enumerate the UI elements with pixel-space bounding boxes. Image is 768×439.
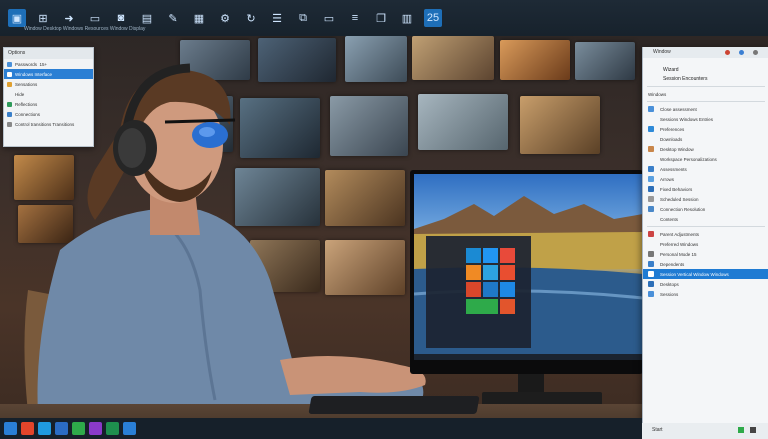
window-icon[interactable]: ▣ — [8, 9, 26, 27]
start-label[interactable]: Start — [652, 427, 663, 433]
close-dot-icon[interactable] — [725, 50, 730, 55]
panel-item[interactable]: Parent Adjustments — [643, 229, 768, 239]
panel-item[interactable]: Dependents — [643, 259, 768, 269]
panel-item[interactable]: Personal Mode 15 — [643, 249, 768, 259]
camera-icon[interactable]: ◙ — [112, 9, 130, 27]
panel-item[interactable]: Workspace Personalizations — [643, 154, 768, 164]
desktop-icon — [648, 146, 654, 152]
toolbar-path: Window Desktop Windows Resources Window … — [24, 26, 146, 32]
computer-monitor — [410, 170, 643, 374]
menu-item-control-transitions[interactable]: Control transitions Transitions — [4, 119, 93, 129]
panel-item[interactable]: Preferred Windows — [643, 239, 768, 249]
top-toolbar: ▣ ⊞ ➜ ▭ ◙ ▤ ✎ ▦ ⚙ ↻ ☰ ⧉ ▭ ≡ ❐ ▥ 25 Windo… — [0, 0, 768, 36]
app-icon[interactable] — [21, 422, 34, 435]
refresh-icon[interactable]: ↻ — [242, 9, 260, 27]
parent-icon — [648, 231, 654, 237]
copy-icon[interactable]: ❐ — [372, 9, 390, 27]
connection-icon — [648, 206, 654, 212]
menu-item-connections[interactable]: Connections — [4, 109, 93, 119]
taskbar — [0, 418, 642, 439]
preferences-icon — [648, 126, 654, 132]
panel-title: Wizard — [663, 67, 679, 73]
grid-icon[interactable]: ⊞ — [34, 9, 52, 27]
menu-item-sensations[interactable]: Sensations — [4, 79, 93, 89]
panel-item[interactable]: Desktops — [643, 279, 768, 289]
schedule-icon — [648, 196, 654, 202]
window-icon — [7, 71, 12, 77]
menu-item-hide[interactable]: Hide — [4, 89, 93, 99]
start-icon[interactable] — [4, 422, 17, 435]
close-icon[interactable] — [753, 50, 758, 55]
tile-icon[interactable]: ▥ — [398, 9, 416, 27]
monitor-icon[interactable]: ▭ — [320, 9, 338, 27]
media-icon[interactable] — [89, 422, 102, 435]
star-icon — [7, 81, 12, 87]
assessments-icon — [648, 166, 654, 172]
panel-item[interactable]: Connection Resolution — [643, 204, 768, 214]
personal-icon — [648, 251, 654, 257]
list-icon[interactable]: ≡ — [346, 9, 364, 27]
panel-item[interactable]: Close assessment — [643, 104, 768, 114]
panel-header: Window — [643, 47, 768, 58]
number-icon[interactable]: 25 — [424, 9, 442, 27]
menu-item-reflections[interactable]: Reflections — [4, 99, 93, 109]
check-icon — [648, 271, 654, 277]
panel-item[interactable]: Downloads — [643, 134, 768, 144]
panel-section-windows: Windows — [648, 91, 667, 97]
mirror-icon — [7, 101, 12, 107]
mail-icon[interactable] — [38, 422, 51, 435]
info-icon[interactable] — [739, 50, 744, 55]
panel-item[interactable]: Assessments — [643, 164, 768, 174]
excel-icon[interactable] — [106, 422, 119, 435]
browser-icon[interactable] — [72, 422, 85, 435]
panel-subtitle: Session Encounters — [663, 76, 708, 82]
files-icon[interactable] — [123, 422, 136, 435]
options-menu: Options Passwords 15+ Windows Interface … — [3, 47, 94, 147]
key-icon — [7, 61, 12, 67]
sessions-icon — [648, 291, 654, 297]
panel-item[interactable]: Scheduled Session — [643, 194, 768, 204]
word-icon[interactable] — [55, 422, 68, 435]
arrows-icon — [648, 176, 654, 182]
start-menu[interactable] — [426, 236, 531, 348]
transition-icon — [7, 121, 12, 127]
panel-item[interactable]: Arrows — [643, 174, 768, 184]
assessment-icon — [648, 106, 654, 112]
settings-icon[interactable] — [750, 427, 756, 433]
monitor-screen — [414, 174, 643, 360]
image-icon[interactable]: ▤ — [138, 9, 156, 27]
folder-icon[interactable]: ▦ — [190, 9, 208, 27]
wand-icon[interactable]: ✎ — [164, 9, 182, 27]
keyboard — [308, 396, 480, 414]
fixed-icon — [648, 186, 654, 192]
gear-icon[interactable]: ⚙ — [216, 9, 234, 27]
menu-item-passwords[interactable]: Passwords 15+ — [4, 59, 93, 69]
panel-item[interactable]: Desktop Window — [643, 144, 768, 154]
panel-footer: Start — [642, 423, 768, 439]
status-icon — [738, 427, 744, 433]
photo-scene: ▣ ⊞ ➜ ▭ ◙ ▤ ✎ ▦ ⚙ ↻ ☰ ⧉ ▭ ≡ ❐ ▥ 25 Windo… — [0, 0, 768, 439]
blank-icon — [7, 92, 12, 97]
panel-item[interactable]: Contents — [643, 214, 768, 224]
menu-item-windows-interface[interactable]: Windows Interface — [4, 69, 93, 79]
menu-header: Options — [4, 48, 93, 59]
dependents-icon — [648, 261, 654, 267]
panel-item[interactable]: Sessions — [643, 289, 768, 299]
panel-item[interactable]: Fixed Behaviors — [643, 184, 768, 194]
window-split-icon[interactable]: ⧉ — [294, 9, 312, 27]
panel-item-selected[interactable]: Session Vertical Window Windows — [643, 269, 768, 279]
wizard-panel: Window Wizard Session Encounters Windows… — [642, 47, 768, 423]
monitor-stand — [518, 374, 544, 394]
panel-item[interactable]: Preferences — [643, 124, 768, 134]
desktops-icon — [648, 281, 654, 287]
layers-icon[interactable]: ☰ — [268, 9, 286, 27]
arrow-icon[interactable]: ➜ — [60, 9, 78, 27]
screen-icon[interactable]: ▭ — [86, 9, 104, 27]
panel-item[interactable]: Sessions Windows Entries — [643, 114, 768, 124]
link-icon — [7, 111, 12, 117]
